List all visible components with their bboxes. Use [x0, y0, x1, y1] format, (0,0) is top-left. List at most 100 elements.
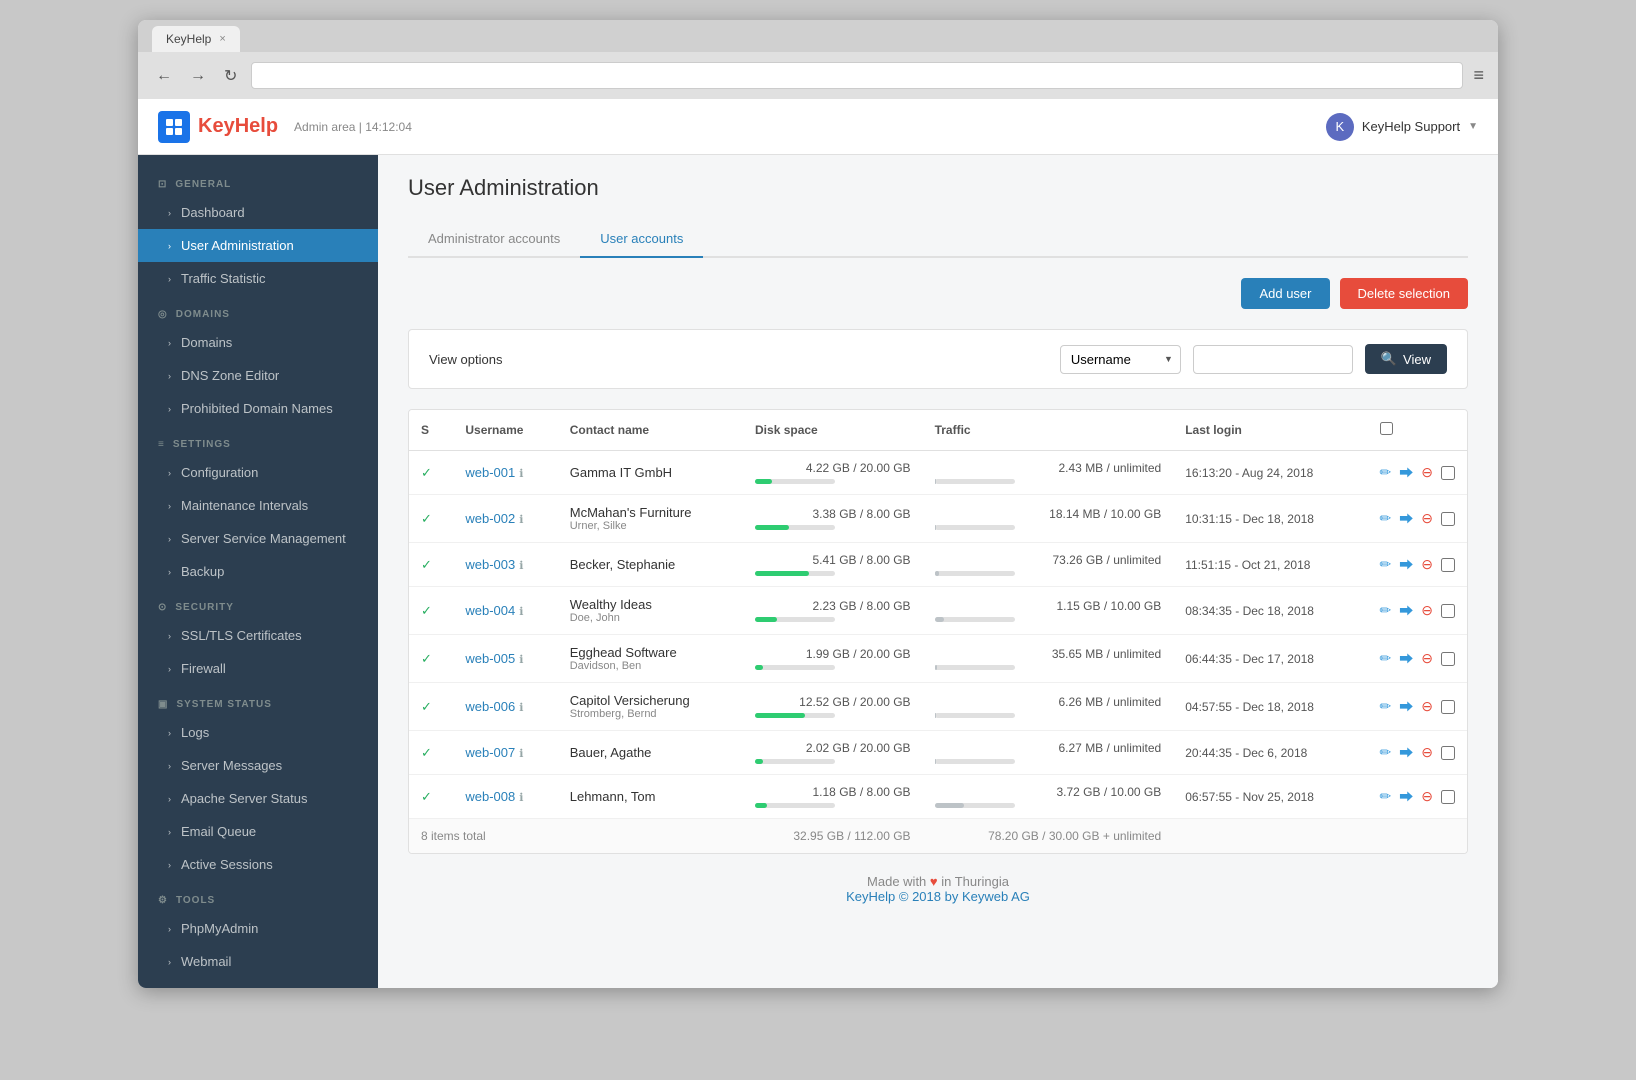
- delete-button[interactable]: ⊖: [1421, 510, 1433, 527]
- view-options-select[interactable]: UsernameContact nameEmail: [1060, 345, 1181, 374]
- login-as-button[interactable]: ⮕: [1399, 463, 1413, 483]
- traffic-bar: [935, 759, 1015, 764]
- reload-button[interactable]: ↻: [220, 64, 241, 88]
- tab-admin-accounts[interactable]: Administrator accounts: [408, 221, 580, 258]
- checkmark-icon: ✓: [421, 557, 432, 572]
- row-select-checkbox[interactable]: [1441, 700, 1455, 714]
- sidebar-item-active-sessions[interactable]: ›Active Sessions: [138, 848, 378, 881]
- delete-button[interactable]: ⊖: [1421, 698, 1433, 715]
- browser-tab: KeyHelp ×: [152, 26, 240, 52]
- sidebar-item-firewall[interactable]: ›Firewall: [138, 652, 378, 685]
- traffic-text: 6.27 MB / unlimited: [935, 741, 1162, 755]
- edit-button[interactable]: ✏: [1380, 556, 1392, 573]
- search-input[interactable]: [1193, 345, 1353, 374]
- username-link[interactable]: web-008: [465, 789, 515, 804]
- tab-close-button[interactable]: ×: [219, 33, 225, 45]
- sidebar-item-logs[interactable]: ›Logs: [138, 716, 378, 749]
- info-icon[interactable]: ℹ: [519, 606, 523, 618]
- sidebar-item-phpmyadmin[interactable]: ›PhpMyAdmin: [138, 912, 378, 945]
- address-bar[interactable]: [251, 62, 1463, 89]
- row-select-checkbox[interactable]: [1441, 558, 1455, 572]
- row-select-checkbox[interactable]: [1441, 746, 1455, 760]
- contact-name: Becker, Stephanie: [570, 557, 731, 572]
- login-as-button[interactable]: ⮕: [1399, 787, 1413, 807]
- edit-button[interactable]: ✏: [1380, 698, 1392, 715]
- sidebar-item-server-service-management[interactable]: ›Server Service Management: [138, 522, 378, 555]
- sidebar-item-dashboard[interactable]: ›Dashboard: [138, 196, 378, 229]
- user-area[interactable]: K KeyHelp Support ▼: [1326, 113, 1478, 141]
- tab-user-accounts[interactable]: User accounts: [580, 221, 703, 258]
- sidebar-item-server-messages[interactable]: ›Server Messages: [138, 749, 378, 782]
- username-link[interactable]: web-004: [465, 603, 515, 618]
- delete-button[interactable]: ⊖: [1421, 464, 1433, 481]
- edit-button[interactable]: ✏: [1380, 788, 1392, 805]
- row-select-checkbox[interactable]: [1441, 652, 1455, 666]
- sidebar-item-label: Domains: [181, 335, 232, 350]
- sidebar-item-email-queue[interactable]: ›Email Queue: [138, 815, 378, 848]
- login-as-button[interactable]: ⮕: [1399, 509, 1413, 529]
- info-icon[interactable]: ℹ: [519, 560, 523, 572]
- info-icon[interactable]: ℹ: [519, 792, 523, 804]
- edit-button[interactable]: ✏: [1380, 650, 1392, 667]
- add-user-button[interactable]: Add user: [1241, 278, 1329, 309]
- col-header-s: S: [409, 410, 453, 451]
- username-link[interactable]: web-007: [465, 745, 515, 760]
- select-all-checkbox[interactable]: [1380, 422, 1393, 435]
- login-as-button[interactable]: ⮕: [1399, 555, 1413, 575]
- info-icon[interactable]: ℹ: [519, 702, 523, 714]
- row-select-checkbox[interactable]: [1441, 512, 1455, 526]
- delete-selection-button[interactable]: Delete selection: [1340, 278, 1469, 309]
- login-as-button[interactable]: ⮕: [1399, 743, 1413, 763]
- footer-copyright-link[interactable]: KeyHelp © 2018 by Keyweb AG: [846, 889, 1030, 904]
- col-header-contact-name: Contact name: [558, 410, 743, 451]
- traffic-bar: [935, 665, 1015, 670]
- sidebar-item-dns-zone-editor[interactable]: ›DNS Zone Editor: [138, 359, 378, 392]
- info-icon[interactable]: ℹ: [519, 514, 523, 526]
- edit-button[interactable]: ✏: [1380, 744, 1392, 761]
- row-select-checkbox[interactable]: [1441, 790, 1455, 804]
- username-link[interactable]: web-006: [465, 699, 515, 714]
- sidebar-item-domains[interactable]: ›Domains: [138, 326, 378, 359]
- view-button[interactable]: 🔍 View: [1365, 344, 1447, 374]
- edit-button[interactable]: ✏: [1380, 602, 1392, 619]
- delete-button[interactable]: ⊖: [1421, 556, 1433, 573]
- info-icon[interactable]: ℹ: [519, 654, 523, 666]
- sidebar-item-apache-server-status[interactable]: ›Apache Server Status: [138, 782, 378, 815]
- main-content: User Administration Administrator accoun…: [378, 155, 1498, 988]
- username-link[interactable]: web-003: [465, 557, 515, 572]
- username-link[interactable]: web-005: [465, 651, 515, 666]
- sidebar-item-backup[interactable]: ›Backup: [138, 555, 378, 588]
- login-as-button[interactable]: ⮕: [1399, 697, 1413, 717]
- sidebar-item-user-administration[interactable]: ›User Administration: [138, 229, 378, 262]
- row-select-checkbox[interactable]: [1441, 466, 1455, 480]
- sidebar-item-ssl-tls-certificates[interactable]: ›SSL/TLS Certificates: [138, 619, 378, 652]
- browser-menu-button[interactable]: ≡: [1473, 65, 1484, 86]
- forward-button[interactable]: →: [186, 65, 210, 87]
- username-link[interactable]: web-001: [465, 465, 515, 480]
- arrow-icon: ›: [168, 501, 171, 511]
- options-cell: ✏ ⮕ ⊖: [1368, 543, 1467, 587]
- traffic-bar: [935, 713, 1015, 718]
- delete-button[interactable]: ⊖: [1421, 650, 1433, 667]
- edit-button[interactable]: ✏: [1380, 464, 1392, 481]
- row-select-checkbox[interactable]: [1441, 604, 1455, 618]
- login-as-button[interactable]: ⮕: [1399, 649, 1413, 669]
- delete-button[interactable]: ⊖: [1421, 744, 1433, 761]
- edit-button[interactable]: ✏: [1380, 510, 1392, 527]
- login-as-button[interactable]: ⮕: [1399, 601, 1413, 621]
- info-icon[interactable]: ℹ: [519, 748, 523, 760]
- info-icon[interactable]: ℹ: [519, 468, 523, 480]
- sidebar-item-configuration[interactable]: ›Configuration: [138, 456, 378, 489]
- delete-button[interactable]: ⊖: [1421, 602, 1433, 619]
- username-link[interactable]: web-002: [465, 511, 515, 526]
- sidebar-item-prohibited-domain-names[interactable]: ›Prohibited Domain Names: [138, 392, 378, 425]
- sidebar-item-maintenance-intervals[interactable]: ›Maintenance Intervals: [138, 489, 378, 522]
- footer-login: [1173, 819, 1367, 854]
- sidebar-item-webmail[interactable]: ›Webmail: [138, 945, 378, 978]
- sidebar-item-traffic-statistic[interactable]: ›Traffic Statistic: [138, 262, 378, 295]
- delete-button[interactable]: ⊖: [1421, 788, 1433, 805]
- sidebar-section-domains: ◎DOMAINS: [138, 295, 378, 326]
- last-login-cell: 08:34:35 - Dec 18, 2018: [1173, 587, 1367, 635]
- back-button[interactable]: ←: [152, 65, 176, 87]
- last-login-cell: 06:44:35 - Dec 17, 2018: [1173, 635, 1367, 683]
